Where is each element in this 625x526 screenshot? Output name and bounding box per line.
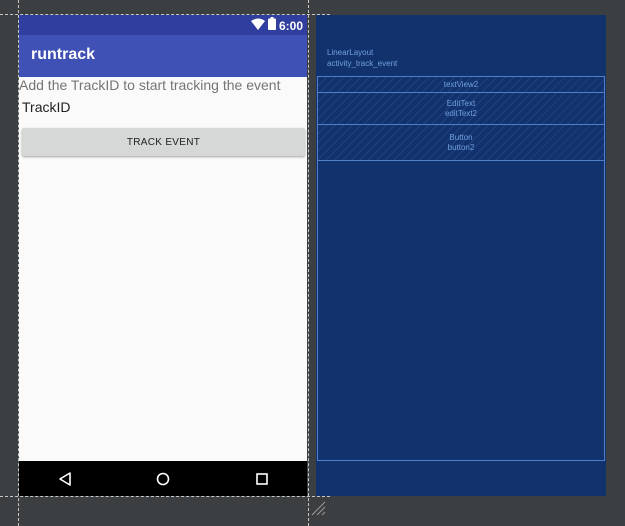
- app-bar: runtrack: [19, 35, 307, 77]
- app-title: runtrack: [31, 46, 96, 63]
- blueprint-textview[interactable]: textView2: [317, 76, 605, 93]
- track-instructions-text[interactable]: Add the TrackID to start tracking the ev…: [19, 77, 280, 93]
- blueprint-layout-type: LinearLayout: [327, 48, 374, 57]
- blueprint-button[interactable]: Button button2: [317, 124, 605, 161]
- blueprint-edittext-type: EditText: [446, 98, 476, 108]
- home-icon[interactable]: [153, 469, 173, 489]
- blueprint-layout-label: LinearLayout activity_track_event: [327, 47, 397, 69]
- guide-bottom: [0, 496, 330, 497]
- status-time: 6:00: [278, 19, 303, 33]
- blueprint-button-id: button2: [447, 142, 475, 152]
- guide-right: [308, 0, 309, 526]
- status-icons: 6:00: [250, 17, 303, 35]
- blueprint-layout-id: activity_track_event: [327, 59, 398, 68]
- wifi-icon: [250, 17, 265, 35]
- blueprint-textview-id: textView2: [443, 79, 479, 89]
- battery-icon: [267, 17, 276, 35]
- blueprint-edittext-id: editText2: [444, 108, 478, 118]
- blueprint-edittext[interactable]: EditText editText2: [317, 92, 605, 125]
- resize-handle-icon[interactable]: [310, 500, 326, 516]
- status-bar: 6:00: [19, 15, 307, 35]
- back-icon[interactable]: [55, 469, 75, 489]
- track-id-input[interactable]: TrackID: [22, 99, 70, 115]
- track-event-button[interactable]: TRACK EVENT: [22, 128, 305, 156]
- design-view[interactable]: 6:00 runtrack Add the TrackID to start t…: [19, 15, 307, 496]
- blueprint-view[interactable]: LinearLayout activity_track_event textVi…: [316, 15, 606, 496]
- navigation-bar: [19, 461, 307, 496]
- blueprint-button-type: Button: [449, 132, 473, 142]
- recents-icon[interactable]: [252, 469, 272, 489]
